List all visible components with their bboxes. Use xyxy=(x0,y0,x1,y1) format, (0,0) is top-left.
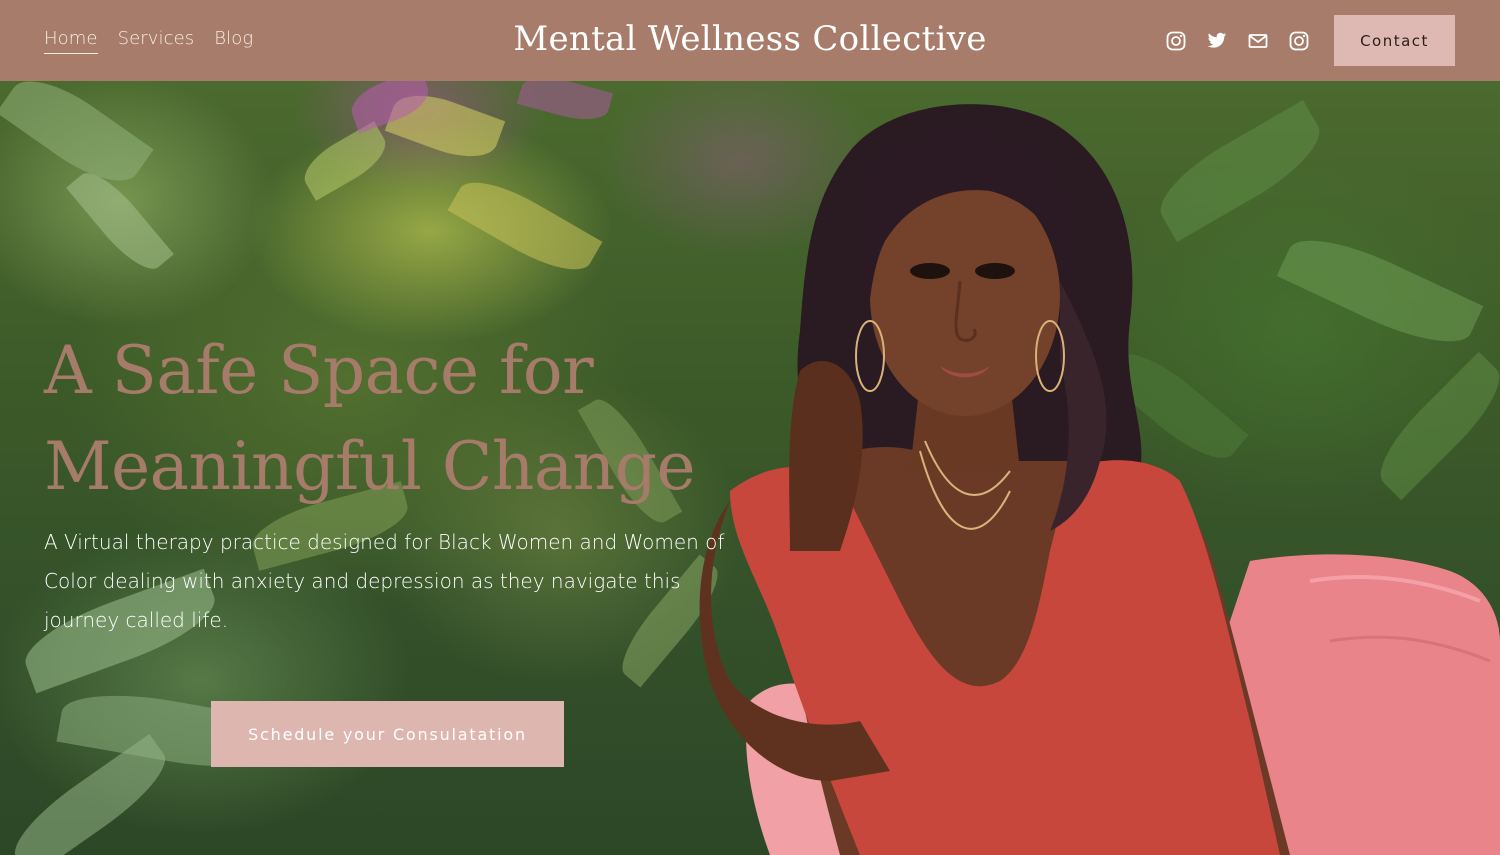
hero-section: A Safe Space for Meaningful Change A Virt… xyxy=(0,81,1500,855)
main-nav: Home Services Blog xyxy=(44,28,253,54)
site-header: Home Services Blog Mental Wellness Colle… xyxy=(0,0,1500,81)
portrait-image xyxy=(699,104,1500,855)
twitter-icon[interactable] xyxy=(1205,29,1229,53)
nav-home-link[interactable]: Home xyxy=(44,28,98,54)
instagram-icon[interactable] xyxy=(1164,29,1188,53)
mail-icon[interactable] xyxy=(1246,29,1270,53)
hero-heading: A Safe Space for Meaningful Change xyxy=(44,323,764,515)
social-links xyxy=(1164,29,1311,53)
hero-heading-line-1: A Safe Space for xyxy=(44,332,594,409)
instagram-icon[interactable] xyxy=(1287,29,1311,53)
nav-services-link[interactable]: Services xyxy=(118,28,195,54)
hero-heading-line-2: Meaningful Change xyxy=(44,428,696,505)
nav-blog-link[interactable]: Blog xyxy=(214,28,253,54)
contact-button[interactable]: Contact xyxy=(1334,15,1455,66)
hero-subtitle: A Virtual therapy practice designed for … xyxy=(44,530,725,632)
schedule-consultation-button[interactable]: Schedule your Consulatation xyxy=(211,701,564,767)
page: Home Services Blog Mental Wellness Colle… xyxy=(0,0,1500,855)
